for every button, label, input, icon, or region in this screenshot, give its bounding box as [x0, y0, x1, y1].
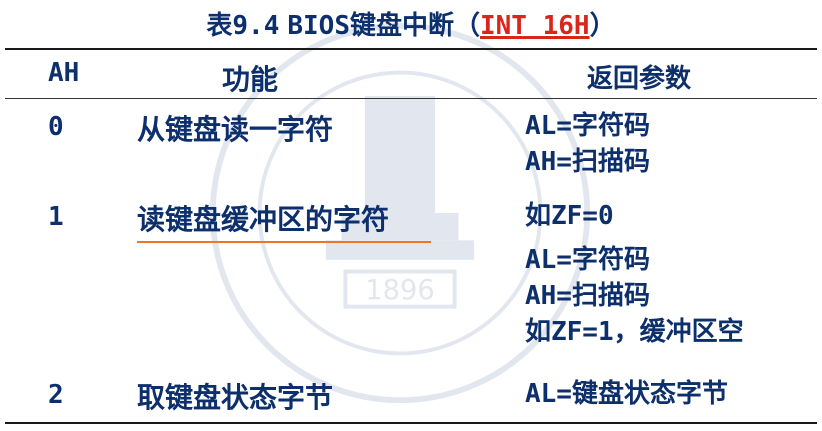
row-0-returns: AL=字符码 AH=扫描码	[525, 108, 650, 180]
header-function: 功能	[222, 63, 279, 96]
row-1-ah: 1	[48, 202, 64, 232]
row-1-return-line: AH=扫描码	[525, 281, 650, 311]
row-1-return-line: 如ZF=0	[525, 201, 614, 231]
row-0-return-line: AL=字符码	[525, 111, 650, 141]
row-1-function: 读键盘缓冲区的字符	[137, 203, 390, 236]
table-number: 表9.4	[206, 11, 280, 41]
row-1-returns: 如ZF=0 AL=字符码 AH=扫描码 如ZF=1，缓冲区空	[525, 198, 744, 350]
row-2-function: 取键盘状态字节	[137, 381, 334, 414]
row-2-return-line: AL=键盘状态字节	[525, 379, 728, 409]
header-returns: 返回参数	[587, 64, 692, 94]
table-bottom-rule	[5, 422, 817, 424]
int16h-link[interactable]: INT 16H	[480, 11, 590, 41]
row-0-function: 从键盘读一字符	[137, 113, 334, 146]
table-title-suffix: ）	[589, 11, 616, 41]
seal-year: 1896	[365, 275, 434, 306]
header-ah: AH	[48, 58, 80, 88]
header-rule	[5, 98, 817, 99]
table-title-main: BIOS键盘中断（	[287, 11, 480, 41]
table-title: 表9.4 BIOS键盘中断（INT 16H）	[0, 5, 822, 42]
row-2-ah: 2	[48, 380, 64, 410]
row-0-return-line: AH=扫描码	[525, 147, 650, 177]
row-1-function-underline	[137, 241, 431, 243]
row-1-return-line: 如ZF=1，缓冲区空	[525, 317, 744, 347]
table-top-rule	[5, 48, 817, 50]
row-1-return-line: AL=字符码	[525, 245, 650, 275]
row-0-ah: 0	[48, 112, 64, 142]
row-2-returns: AL=键盘状态字节	[525, 376, 728, 412]
